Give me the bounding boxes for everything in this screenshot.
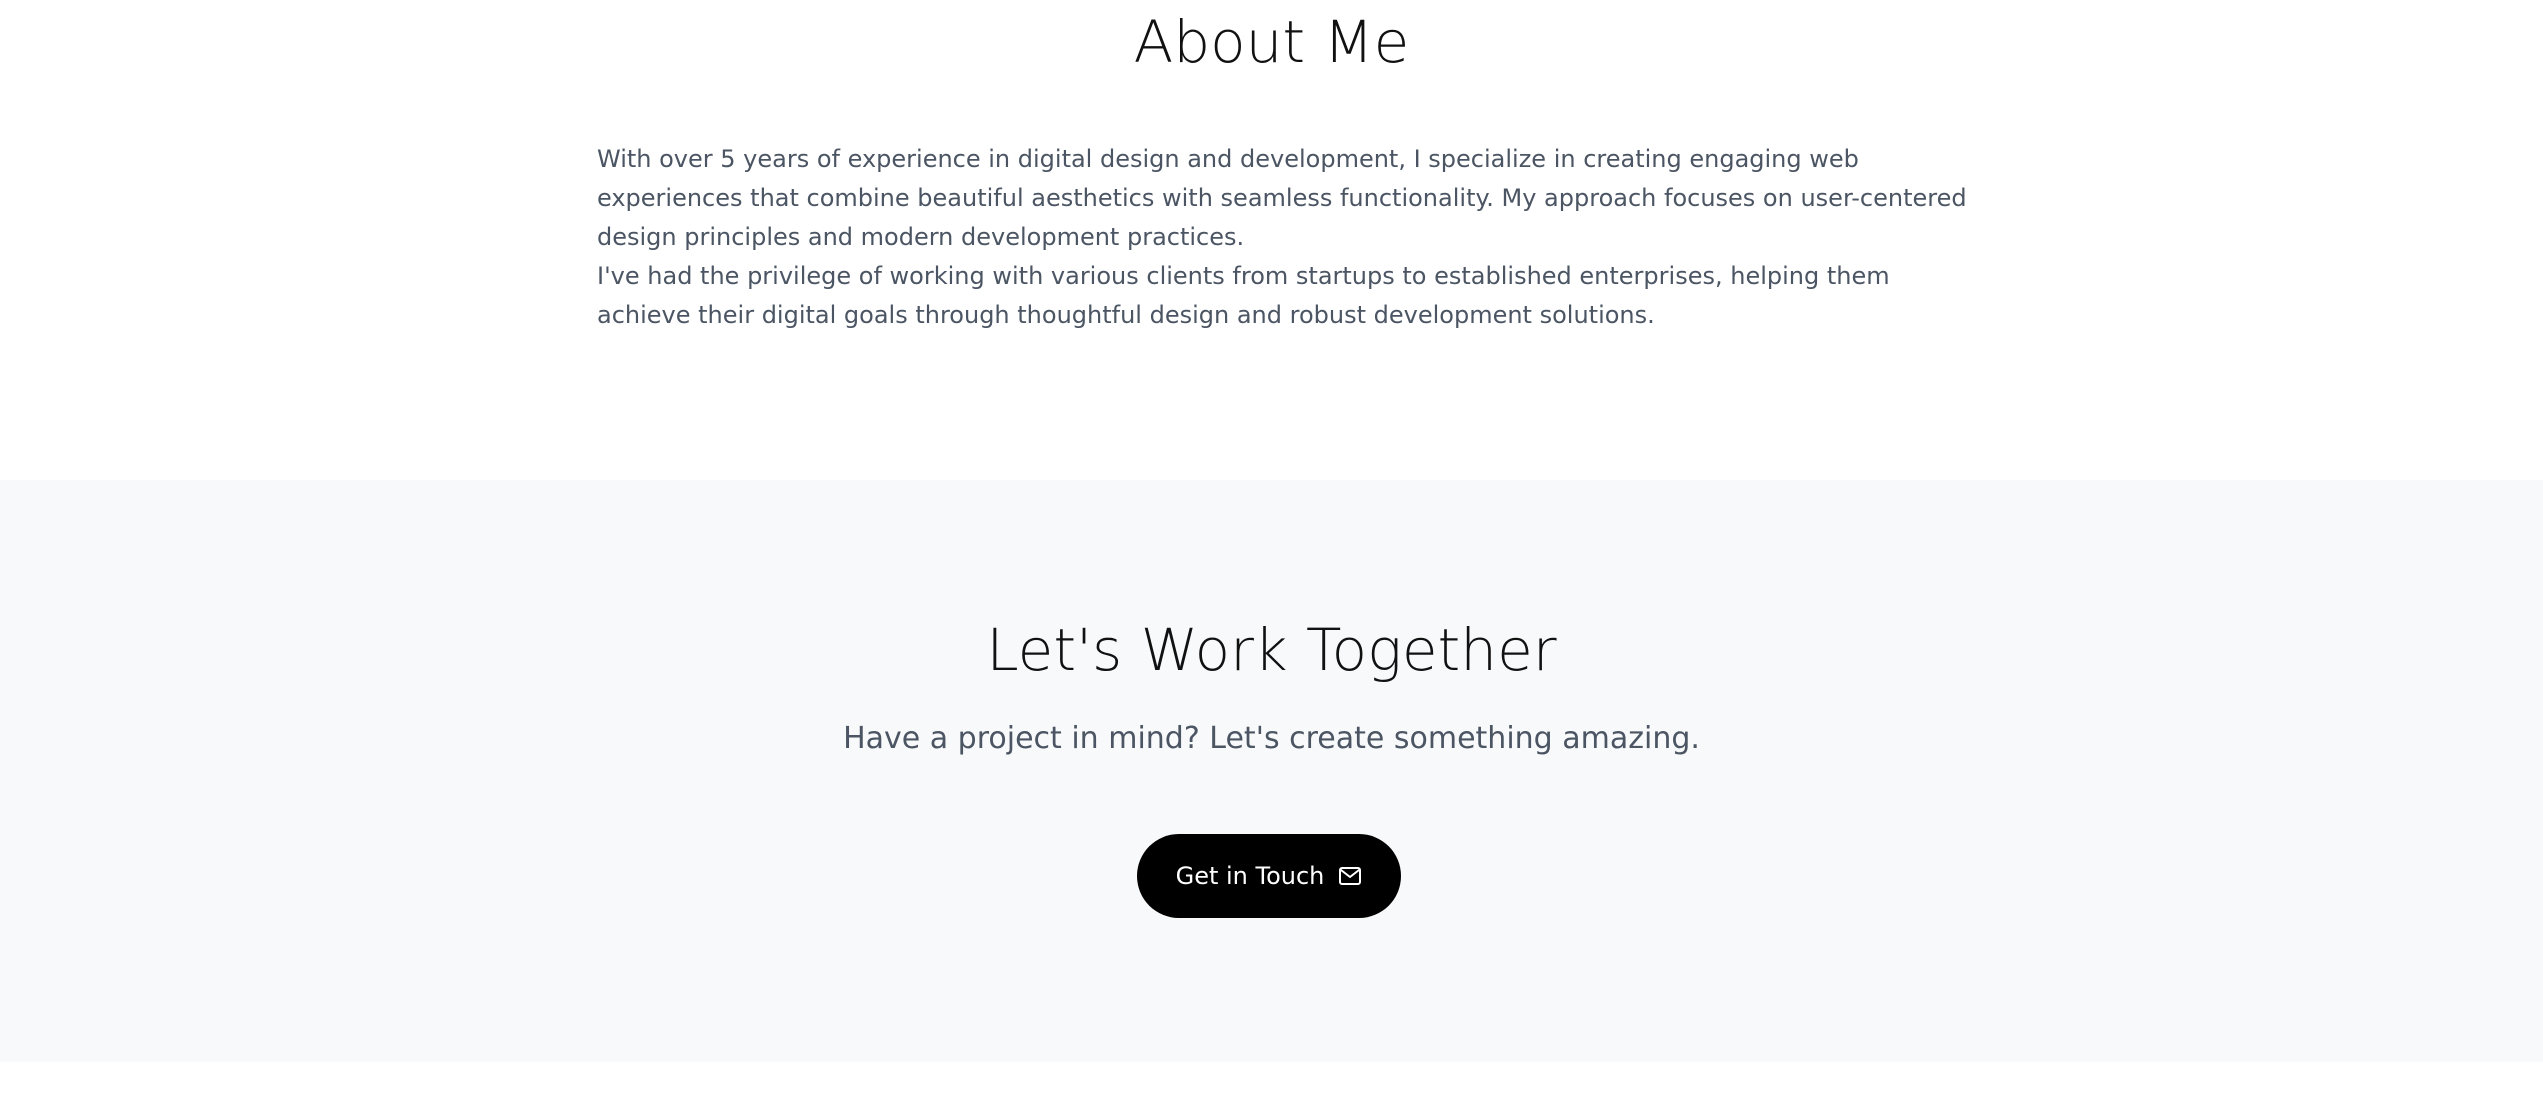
get-in-touch-label: Get in Touch — [1175, 862, 1325, 890]
footer-strip — [0, 1062, 2543, 1111]
about-paragraph: With over 5 years of experience in digit… — [597, 145, 1967, 251]
cta-subtitle: Have a project in mind? Let's create som… — [843, 721, 1700, 756]
cta-title: Let's Work Together — [986, 616, 1557, 684]
about-section: About Me With over 5 years of experience… — [0, 0, 2543, 480]
about-paragraph: I've had the privilege of working with v… — [597, 262, 1890, 329]
contact-cta-section: Let's Work Together Have a project in mi… — [0, 480, 2543, 1062]
about-body: With over 5 years of experience in digit… — [597, 140, 1977, 335]
get-in-touch-button[interactable]: Get in Touch — [1137, 834, 1401, 918]
mail-icon — [1338, 866, 1362, 886]
about-title: About Me — [1133, 8, 1410, 76]
